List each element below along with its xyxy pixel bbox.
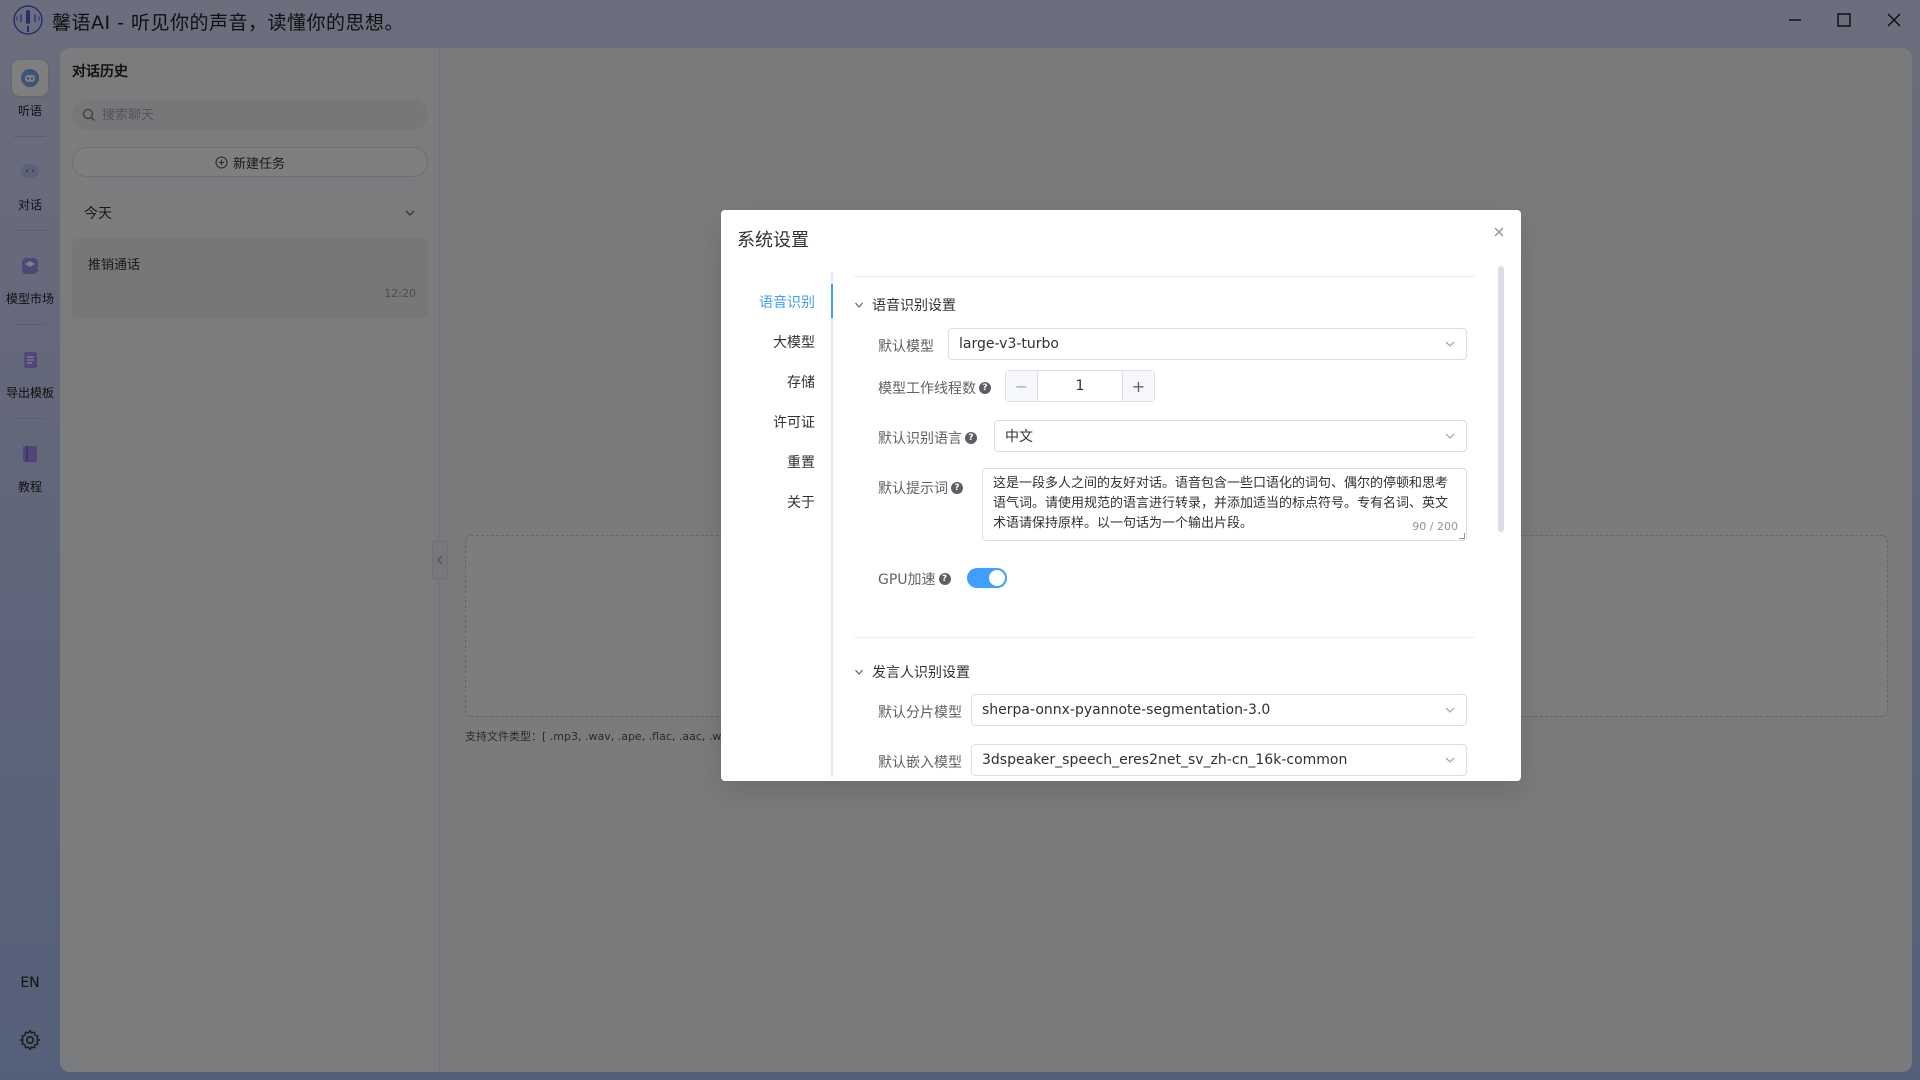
- embed-model-label-text: 默认嵌入模型: [878, 755, 962, 771]
- section-asr-title: 语音识别设置: [872, 298, 956, 314]
- nav-item-llm[interactable]: 大模型: [773, 332, 815, 352]
- threads-label: 模型工作线程数 ?: [878, 378, 991, 398]
- prompt-char-count: 90 / 200: [1412, 517, 1458, 537]
- default-model-label: 默认模型: [878, 336, 934, 356]
- chevron-down-icon: [1445, 341, 1455, 347]
- prompt-textarea[interactable]: 这是一段多人之间的友好对话。语音包含一些口语化的词句、偶尔的停顿和思考语气词。请…: [982, 468, 1467, 541]
- increment-button[interactable]: +: [1122, 371, 1154, 401]
- section-speaker-title: 发言人识别设置: [872, 665, 970, 681]
- nav-item-license[interactable]: 许可证: [773, 412, 815, 432]
- default-model-value: large-v3-turbo: [959, 336, 1059, 352]
- seg-model-label-text: 默认分片模型: [878, 705, 962, 721]
- prompt-label: 默认提示词 ?: [878, 478, 963, 498]
- nav-active-indicator: [831, 284, 833, 318]
- settings-nav: 语音识别 大模型 存储 许可证 重置 关于: [721, 272, 833, 777]
- gpu-label: GPU加速 ?: [878, 569, 951, 589]
- seg-model-label: 默认分片模型: [878, 702, 962, 722]
- gpu-toggle[interactable]: [967, 568, 1007, 588]
- settings-dialog: 系统设置 语音识别 大模型 存储 许可证 重置 关于 语音识别设置 默认模型 l…: [721, 210, 1521, 781]
- settings-scrollbar[interactable]: [1498, 266, 1504, 532]
- settings-content: 语音识别设置 默认模型 large-v3-turbo 模型工作线程数 ? − 1…: [854, 272, 1494, 777]
- prompt-value: 这是一段多人之间的友好对话。语音包含一些口语化的词句、偶尔的停顿和思考语气词。请…: [993, 476, 1449, 531]
- dialog-title: 系统设置: [737, 230, 809, 251]
- section-asr-header[interactable]: 语音识别设置: [854, 295, 956, 315]
- seg-model-select[interactable]: sherpa-onnx-pyannote-segmentation-3.0: [971, 694, 1467, 726]
- threads-stepper[interactable]: − 1 +: [1005, 370, 1155, 402]
- nav-item-storage[interactable]: 存储: [787, 372, 815, 392]
- embed-model-value: 3dspeaker_speech_eres2net_sv_zh-cn_16k-c…: [982, 752, 1348, 768]
- lang-select[interactable]: 中文: [994, 420, 1467, 452]
- chevron-down-icon: [1445, 757, 1455, 763]
- section-speaker-header[interactable]: 发言人识别设置: [854, 662, 970, 682]
- embed-model-select[interactable]: 3dspeaker_speech_eres2net_sv_zh-cn_16k-c…: [971, 744, 1467, 776]
- nav-item-asr[interactable]: 语音识别: [759, 292, 815, 312]
- section-divider: [854, 637, 1475, 638]
- close-icon[interactable]: [1491, 224, 1507, 240]
- help-icon[interactable]: ?: [951, 482, 963, 494]
- chevron-down-icon: [1445, 433, 1455, 439]
- prompt-label-text: 默认提示词: [878, 481, 948, 497]
- chevron-down-icon: [1445, 707, 1455, 713]
- decrement-button[interactable]: −: [1006, 371, 1038, 401]
- seg-model-value: sherpa-onnx-pyannote-segmentation-3.0: [982, 702, 1271, 718]
- default-model-label-text: 默认模型: [878, 339, 934, 355]
- threads-label-text: 模型工作线程数: [878, 381, 976, 397]
- help-icon[interactable]: ?: [938, 573, 951, 585]
- nav-item-about[interactable]: 关于: [787, 492, 815, 512]
- threads-value[interactable]: 1: [1038, 371, 1122, 401]
- lang-label: 默认识别语言 ?: [878, 428, 977, 448]
- chevron-down-icon: [855, 302, 863, 308]
- chevron-down-icon: [855, 669, 863, 675]
- help-icon[interactable]: ?: [965, 432, 977, 444]
- nav-item-reset[interactable]: 重置: [787, 452, 815, 472]
- lang-value: 中文: [1005, 429, 1033, 445]
- lang-label-text: 默认识别语言: [878, 431, 962, 447]
- default-model-select[interactable]: large-v3-turbo: [948, 328, 1467, 360]
- gpu-label-text: GPU加速: [878, 572, 936, 588]
- resize-grip-icon[interactable]: [1459, 533, 1465, 539]
- embed-model-label: 默认嵌入模型: [878, 752, 962, 772]
- help-icon[interactable]: ?: [979, 382, 991, 394]
